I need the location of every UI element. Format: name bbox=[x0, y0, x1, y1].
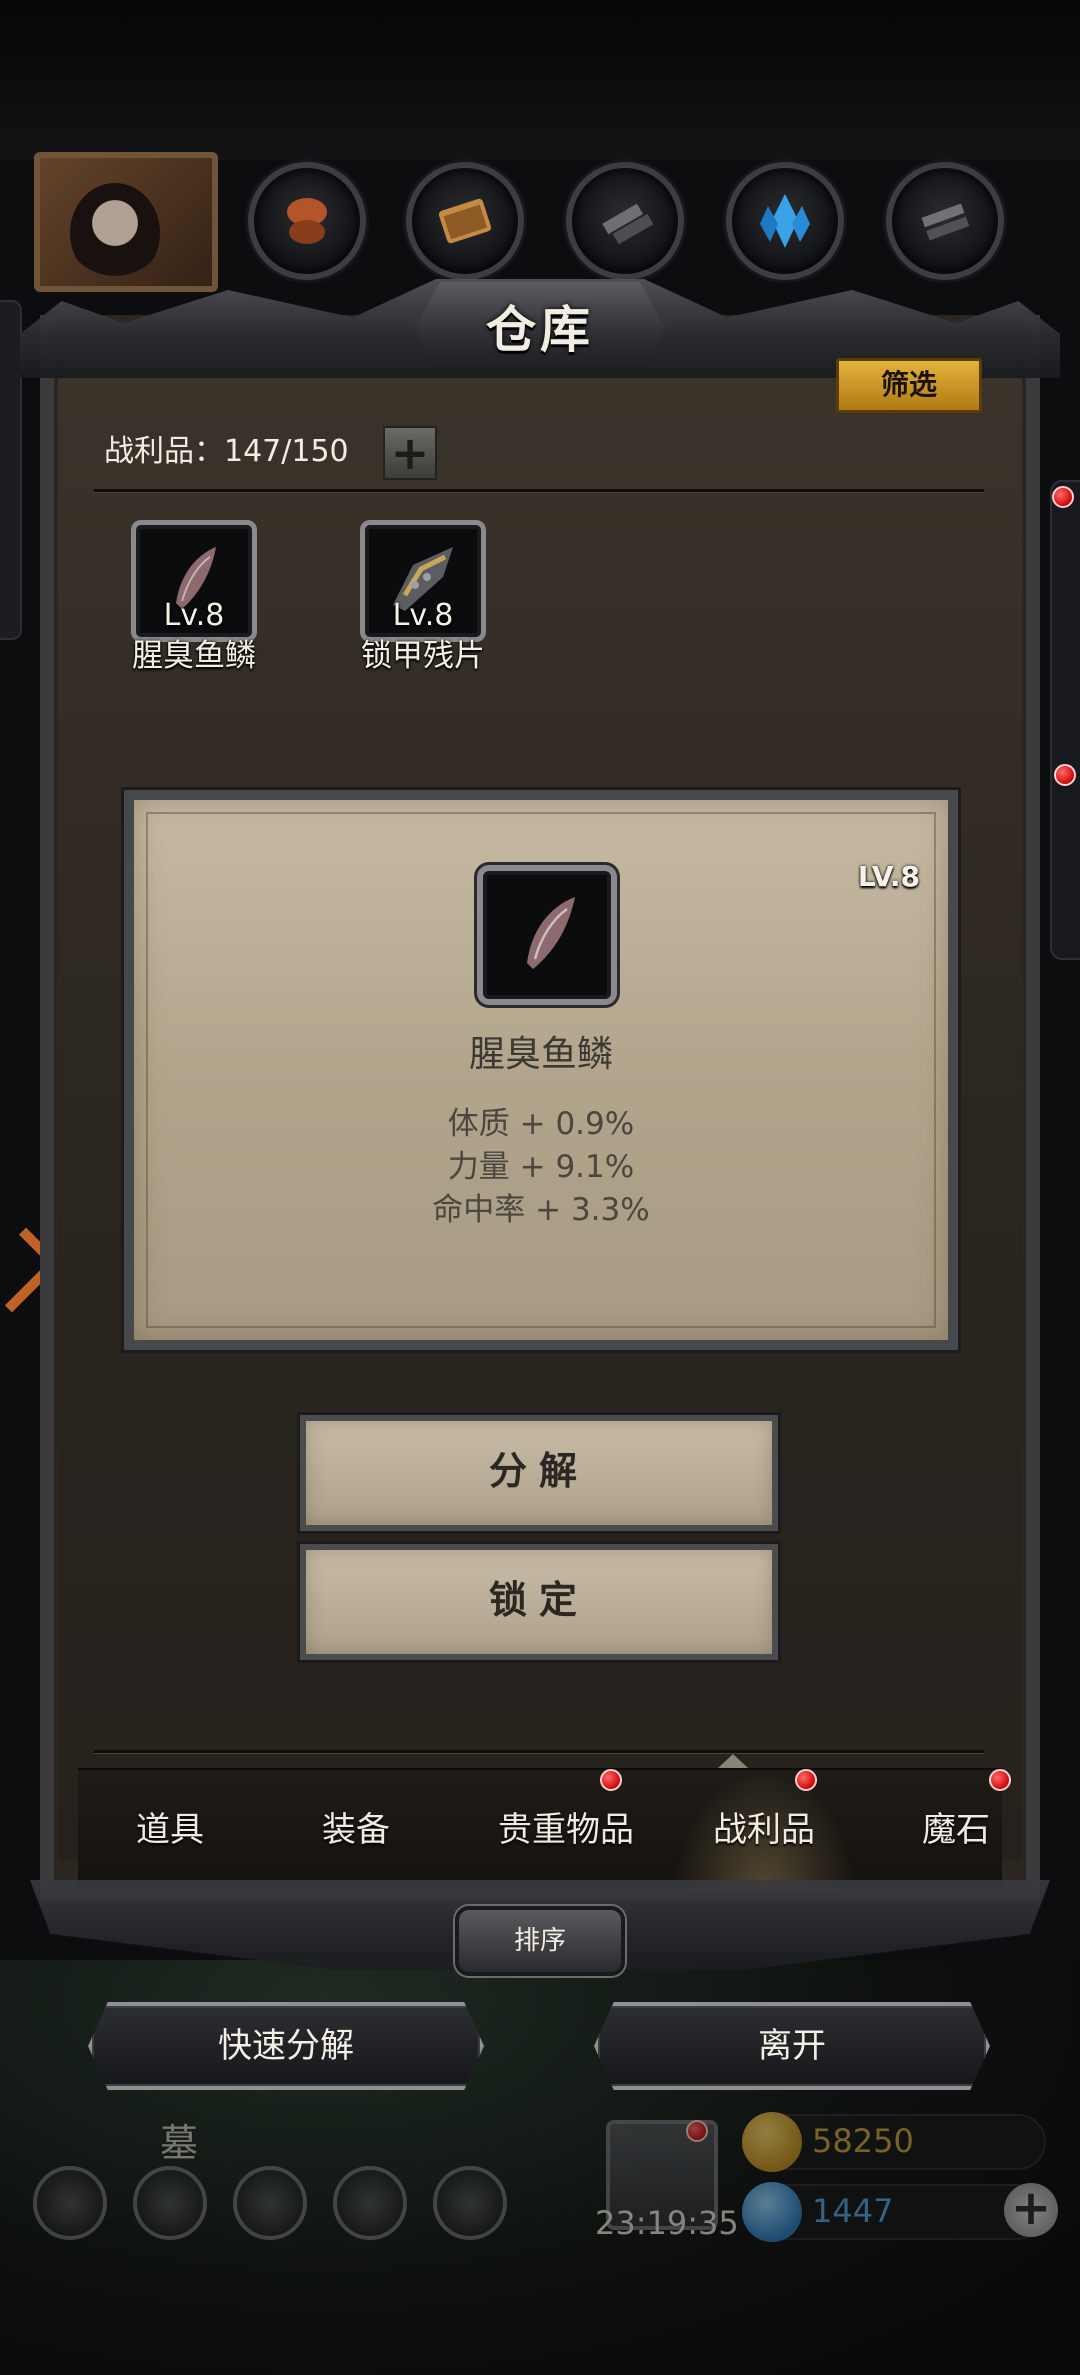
skills-icon[interactable] bbox=[433, 2166, 507, 2240]
expand-capacity-button[interactable]: + bbox=[383, 426, 437, 480]
detail-stat: 力量 + 9.1% bbox=[447, 1149, 635, 1185]
category-armor-button[interactable] bbox=[248, 162, 366, 280]
tab-badge bbox=[989, 1769, 1011, 1791]
material-icon bbox=[602, 203, 654, 245]
left-side-tab[interactable] bbox=[0, 300, 22, 640]
inventory-item[interactable]: Lv.8 锁甲残片 bbox=[360, 520, 486, 674]
category-scroll-button[interactable] bbox=[406, 162, 524, 280]
quick-decompose-button[interactable]: 快速分解 bbox=[88, 2002, 484, 2090]
right-side-tab[interactable] bbox=[1050, 480, 1080, 960]
achievement-icon[interactable] bbox=[133, 2166, 207, 2240]
gold-amount: 58250 bbox=[812, 2122, 914, 2160]
item-level: Lv.8 bbox=[392, 598, 454, 633]
lock-button[interactable]: 锁定 bbox=[300, 1544, 778, 1660]
mail-icon[interactable] bbox=[333, 2166, 407, 2240]
fish-scale-icon bbox=[527, 897, 575, 969]
misc-icon bbox=[921, 203, 970, 241]
tab-badge bbox=[795, 1769, 817, 1791]
armor-icon bbox=[287, 198, 327, 244]
side-badge bbox=[1054, 764, 1076, 786]
category-tabs: 道具 装备 贵重物品 战利品 魔石 bbox=[78, 1768, 1002, 1890]
divider bbox=[94, 1750, 984, 1753]
item-name: 腥臭鱼鳞 bbox=[132, 638, 256, 674]
item-level: Lv.8 bbox=[163, 598, 225, 633]
side-badge bbox=[1052, 486, 1074, 508]
detail-item-name: 腥臭鱼鳞 bbox=[468, 1034, 613, 1075]
tab-loot[interactable]: 战利品 bbox=[672, 1770, 856, 1890]
item-name: 锁甲残片 bbox=[361, 638, 485, 674]
divider bbox=[94, 489, 984, 492]
tab-valuables[interactable]: 贵重物品 bbox=[462, 1770, 670, 1890]
gem-icon bbox=[742, 2182, 802, 2242]
gift-timer: 23:19:35 bbox=[595, 2204, 739, 2242]
window-title: 仓库 bbox=[486, 300, 594, 359]
add-currency-button[interactable]: + bbox=[1004, 2183, 1058, 2237]
filter-button[interactable]: 筛选 bbox=[836, 358, 982, 413]
category-material-button[interactable] bbox=[566, 162, 684, 280]
tab-equipment[interactable]: 装备 bbox=[264, 1770, 448, 1890]
tab-magic-stones[interactable]: 魔石 bbox=[864, 1770, 1048, 1890]
settings-icon[interactable] bbox=[33, 2166, 107, 2240]
scroll-icon bbox=[438, 198, 492, 244]
gem-amount: 1447 bbox=[812, 2192, 894, 2230]
sort-button[interactable]: 排序 bbox=[455, 1906, 625, 1976]
map-icon[interactable] bbox=[233, 2166, 307, 2240]
active-tab-marker bbox=[718, 1752, 748, 1768]
background-top bbox=[0, 0, 1080, 160]
category-crystal-button[interactable] bbox=[726, 162, 844, 280]
detail-stat: 体质 + 0.9% bbox=[447, 1106, 635, 1142]
detail-level: LV.8 bbox=[857, 860, 920, 893]
avatar[interactable] bbox=[34, 152, 218, 292]
loot-capacity: 战利品：147/150 bbox=[104, 434, 349, 469]
category-misc-button[interactable] bbox=[886, 162, 1004, 280]
gold-coin-icon bbox=[742, 2112, 802, 2172]
item-detail-card: LV.8 腥臭鱼鳞 体质 + 0.9% 力量 + 9.1% 命中率 + 3.3% bbox=[124, 790, 958, 1350]
detail-item-slot bbox=[477, 865, 617, 1005]
tab-badge bbox=[600, 1769, 622, 1791]
tab-items[interactable]: 道具 bbox=[78, 1770, 262, 1890]
detail-stat: 命中率 + 3.3% bbox=[432, 1192, 650, 1228]
inventory-item[interactable]: Lv.8 腥臭鱼鳞 bbox=[131, 520, 257, 674]
decompose-button[interactable]: 分解 bbox=[300, 1415, 778, 1531]
crystal-icon bbox=[760, 194, 810, 248]
leave-button[interactable]: 离开 bbox=[594, 2002, 990, 2090]
gift-badge bbox=[686, 2120, 708, 2142]
